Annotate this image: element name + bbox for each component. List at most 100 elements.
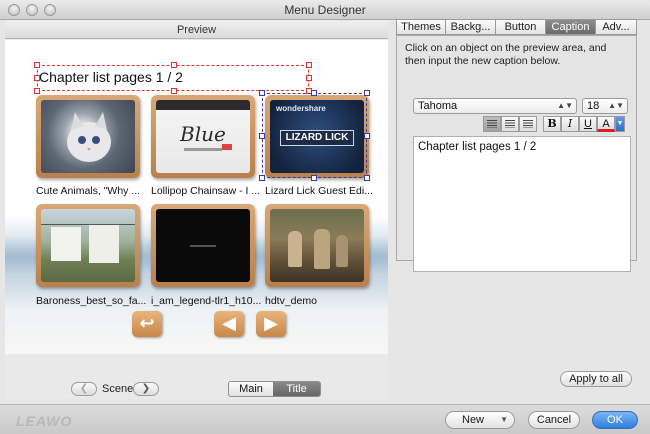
return-button[interactable]: ↩ <box>132 311 162 337</box>
resize-handle[interactable] <box>311 90 317 96</box>
align-center-icon <box>505 120 515 128</box>
updown-arrow-icon: ▲▼ <box>557 101 573 110</box>
kitten-shape <box>67 112 111 162</box>
preview-canvas[interactable]: Chapter list pages 1 / 2 Cute Animals, "… <box>5 40 388 354</box>
caption-textarea[interactable]: Chapter list pages 1 / 2 <box>413 136 631 272</box>
window-title: Menu Designer <box>284 3 366 17</box>
resize-handle[interactable] <box>34 75 40 81</box>
footer-bar: LEAWO New ▼ Cancel OK <box>0 404 650 434</box>
align-right-icon <box>523 120 533 128</box>
preview-panel: Preview Chapter list pages 1 / 2 Cute An… <box>5 21 388 399</box>
chevron-right-icon: ❯ <box>141 383 151 394</box>
chevron-down-icon[interactable]: ▼ <box>500 412 508 428</box>
next-page-button[interactable]: ▶ <box>256 311 286 337</box>
tab-button[interactable]: Button <box>495 19 545 35</box>
font-size-select[interactable]: 18 ▲▼ <box>582 98 628 114</box>
resize-handle[interactable] <box>171 62 177 68</box>
scene-prev-button[interactable]: ❮ <box>71 382 97 396</box>
blue-image-tag <box>222 144 232 150</box>
chevron-down-icon: ▼ <box>616 120 624 127</box>
leawo-logo: LEAWO <box>16 413 73 429</box>
kitten-image <box>41 100 135 173</box>
thumb-selection-box[interactable] <box>262 93 367 178</box>
resize-handle[interactable] <box>34 62 40 68</box>
resize-handle[interactable] <box>259 90 265 96</box>
chapter-thumb-1[interactable] <box>36 95 140 178</box>
dark-image <box>156 209 250 282</box>
title-bar: Menu Designer <box>0 0 650 20</box>
chapter-label-1[interactable]: Cute Animals, "Why ... <box>36 185 146 197</box>
bold-button[interactable]: B <box>543 116 561 132</box>
caption-instructions: Click on an object on the preview area, … <box>405 42 607 67</box>
resize-handle[interactable] <box>364 90 370 96</box>
blue-image: Blue <box>156 100 250 173</box>
align-right-button[interactable] <box>519 116 537 132</box>
blue-image-topbar <box>156 100 250 110</box>
return-arrow-icon: ↩ <box>139 313 155 333</box>
resize-handle[interactable] <box>306 75 312 81</box>
preview-header: Preview <box>5 21 388 39</box>
align-left-icon <box>487 120 497 128</box>
tab-caption[interactable]: Caption <box>545 19 595 35</box>
font-family-select[interactable]: Tahoma ▲▼ <box>413 98 577 114</box>
chapter-thumb-2[interactable]: Blue <box>151 95 255 178</box>
ok-button[interactable]: OK <box>592 411 638 429</box>
tab-advanced[interactable]: Adv... <box>595 19 637 35</box>
resize-handle[interactable] <box>364 175 370 181</box>
underline-button[interactable]: U <box>579 116 597 132</box>
blue-image-text: Blue <box>180 122 226 146</box>
chapter-thumb-6[interactable] <box>265 204 369 287</box>
font-size-value: 18 <box>587 100 600 112</box>
resize-handle[interactable] <box>259 175 265 181</box>
laundry-sheet <box>89 225 119 263</box>
align-left-button[interactable] <box>483 116 501 132</box>
dark-image-text-line <box>190 245 216 247</box>
apply-to-all-button[interactable]: Apply to all <box>560 371 632 387</box>
tab-themes[interactable]: Themes <box>396 19 445 35</box>
chevron-left-icon: ❮ <box>79 383 89 394</box>
chapter-thumb-4[interactable] <box>36 204 140 287</box>
previous-page-button[interactable]: ◀ <box>214 311 244 337</box>
chapter-label-6[interactable]: hdtv_demo <box>265 295 375 307</box>
soldier-figure <box>288 231 302 267</box>
chapter-thumb-5[interactable] <box>151 204 255 287</box>
resize-handle[interactable] <box>259 133 265 139</box>
scene-controls: ❮ Scene ❯ Main Title <box>5 358 388 398</box>
caption-tab-body: Click on an object on the preview area, … <box>396 35 637 272</box>
align-center-button[interactable] <box>501 116 519 132</box>
segment-main[interactable]: Main <box>228 381 274 397</box>
laundry-image <box>41 209 135 282</box>
cancel-button[interactable]: Cancel <box>528 411 580 429</box>
chapter-label-3[interactable]: Lizard Lick Guest Edi... <box>265 185 375 197</box>
tab-background[interactable]: Backg... <box>445 19 495 35</box>
chapter-label-4[interactable]: Baroness_best_so_fa... <box>36 295 146 307</box>
segment-title[interactable]: Title <box>273 381 321 397</box>
scene-next-button[interactable]: ❯ <box>133 382 159 396</box>
laundry-sheet <box>51 227 81 261</box>
new-button-label: New <box>462 414 485 426</box>
font-family-value: Tahoma <box>418 100 458 112</box>
resize-handle[interactable] <box>171 88 177 94</box>
resize-handle[interactable] <box>306 62 312 68</box>
italic-button[interactable]: I <box>561 116 579 132</box>
tab-bar: Themes Backg... Button Caption Adv... <box>396 19 637 35</box>
chapter-label-5[interactable]: i_am_legend-tlr1_h10... <box>151 295 261 307</box>
properties-panel: Themes Backg... Button Caption Adv... Cl… <box>396 19 637 393</box>
new-button[interactable]: New ▼ <box>445 411 515 429</box>
text-color-icon: A <box>602 118 610 130</box>
laundry-line <box>41 224 135 225</box>
right-arrow-icon: ▶ <box>264 313 278 333</box>
chapter-label-2[interactable]: Lollipop Chainsaw - I ... <box>151 185 261 197</box>
text-color-button[interactable]: A <box>597 116 615 132</box>
soldier-figure <box>314 229 330 269</box>
scene-label: Scene <box>102 383 134 395</box>
resize-handle[interactable] <box>34 88 40 94</box>
blue-image-rule <box>184 148 222 151</box>
left-arrow-icon: ◀ <box>222 313 236 333</box>
color-dropdown-button[interactable]: ▼ <box>615 116 625 132</box>
updown-arrow-icon: ▲▼ <box>608 101 624 110</box>
resize-handle[interactable] <box>311 175 317 181</box>
resize-handle[interactable] <box>364 133 370 139</box>
soldier-figure <box>336 235 348 267</box>
soldiers-image <box>270 209 364 282</box>
